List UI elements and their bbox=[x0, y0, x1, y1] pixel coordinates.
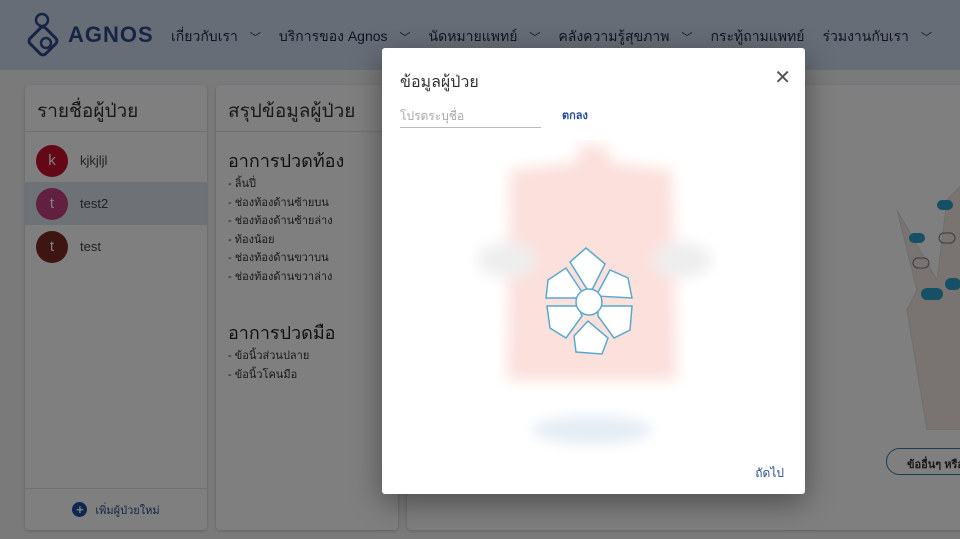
patient-name-input[interactable] bbox=[400, 104, 541, 128]
region-umbilical[interactable] bbox=[575, 288, 603, 316]
dialog-title: ข้อมูลผู้ป่วย bbox=[400, 74, 479, 91]
next-button[interactable]: ถัดไป bbox=[755, 464, 784, 483]
close-icon[interactable]: ✕ bbox=[774, 65, 791, 90]
confirm-button[interactable]: ตกลง bbox=[562, 106, 588, 124]
patient-info-dialog: ข้อมูลผู้ป่วย ✕ ตกลง ถัดไป bbox=[382, 48, 805, 494]
abdomen-body-diagram[interactable] bbox=[462, 140, 722, 460]
